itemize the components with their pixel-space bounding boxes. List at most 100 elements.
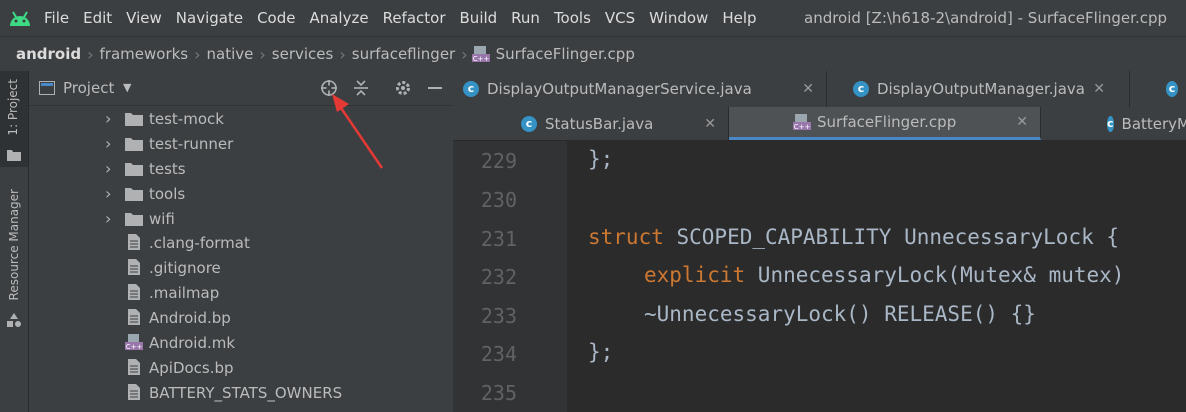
breadcrumb-item-services[interactable]: services: [266, 45, 340, 63]
tab-label: DisplayOutputManager.java: [877, 80, 1085, 98]
project-panel: Project ▼ › test-mock › test-runner › tests › t…: [29, 71, 453, 412]
menu-file[interactable]: File: [44, 9, 69, 27]
project-panel-header: Project ▼: [29, 71, 453, 106]
tab-display-output-manager-service[interactable]: c DisplayOutputManagerService.java ✕: [453, 71, 827, 107]
class-icon: c: [463, 81, 479, 97]
menu-code[interactable]: Code: [257, 9, 295, 27]
line-number: 229: [480, 149, 517, 173]
chevron-down-icon[interactable]: ▼: [123, 71, 131, 105]
annotation-arrow-icon: [332, 94, 384, 169]
close-icon[interactable]: ✕: [1016, 114, 1028, 130]
tree-file-row[interactable]: BATTERY_STATS_OWNERS: [105, 381, 342, 406]
menu-vcs[interactable]: VCS: [605, 9, 635, 27]
keyword: explicit: [644, 263, 746, 287]
folder-icon: [125, 138, 143, 151]
class-icon: c: [1107, 115, 1114, 132]
code-line-234: };: [588, 340, 614, 364]
project-view-icon: [39, 81, 55, 95]
menu-run[interactable]: Run: [511, 9, 540, 27]
tree-file-row[interactable]: .gitignore: [105, 256, 221, 281]
tree-item-label: .clang-format: [149, 234, 250, 252]
breadcrumb-item-native[interactable]: native: [201, 45, 260, 63]
menu-tools[interactable]: Tools: [554, 9, 591, 27]
android-logo-icon: [10, 11, 30, 26]
tree-folder-row[interactable]: › test-mock: [105, 106, 224, 131]
tree-item-label: ApiDocs.bp: [149, 359, 234, 377]
tab-label: SurfaceFlinger.cpp: [817, 113, 957, 131]
menu-navigate[interactable]: Navigate: [176, 9, 243, 27]
menu-build[interactable]: Build: [460, 9, 498, 27]
file-icon: [128, 259, 140, 275]
tab-display-output-manager[interactable]: c DisplayOutputManager.java ✕: [827, 71, 1130, 107]
menu-edit[interactable]: Edit: [83, 9, 112, 27]
svg-text:C++: C++: [794, 123, 811, 131]
project-panel-title[interactable]: Project: [63, 71, 114, 105]
tab-status-bar[interactable]: c StatusBar.java ✕: [453, 107, 729, 140]
breadcrumb-item-android[interactable]: android: [0, 45, 87, 63]
chevron-right-icon[interactable]: ›: [105, 156, 125, 181]
close-icon[interactable]: ✕: [1093, 81, 1105, 97]
code-line-233: ~UnnecessaryLock() RELEASE() {}: [644, 302, 1036, 326]
close-icon[interactable]: ✕: [802, 81, 814, 97]
hide-panel-icon[interactable]: [427, 79, 443, 97]
tree-file-row[interactable]: Android.bp: [105, 306, 231, 331]
tree-folder-row[interactable]: › tools: [105, 181, 185, 206]
folder-icon: [7, 150, 21, 161]
tree-item-label: test-runner: [149, 135, 234, 153]
tree-file-row[interactable]: .mailmap: [105, 281, 219, 306]
project-tool-tab[interactable]: 1: Project: [0, 71, 28, 167]
chevron-right-icon[interactable]: ›: [105, 206, 125, 231]
menu-view[interactable]: View: [126, 9, 162, 27]
editor-area: c DisplayOutputManagerService.java ✕ c D…: [453, 71, 1186, 412]
tree-item-label: test-mock: [149, 110, 224, 128]
menu-refactor[interactable]: Refactor: [383, 9, 446, 27]
chevron-right-icon[interactable]: ›: [105, 131, 125, 156]
gear-icon[interactable]: [394, 79, 412, 97]
tree-item-label: Android.mk: [149, 334, 236, 352]
class-icon: c: [521, 115, 537, 132]
chevron-right-icon[interactable]: ›: [105, 181, 125, 206]
tree-item-label: Android.bp: [149, 309, 231, 327]
breadcrumb-item-file[interactable]: SurfaceFlinger.cpp: [494, 45, 641, 63]
close-icon[interactable]: ✕: [704, 116, 716, 132]
tree-file-row[interactable]: C++ Android.mk: [105, 331, 235, 356]
tree-item-label: tools: [149, 185, 186, 203]
tab-surface-flinger-active[interactable]: C++ SurfaceFlinger.cpp ✕: [729, 107, 1041, 140]
chevron-right-icon[interactable]: ›: [105, 106, 125, 131]
code-text: UnnecessaryLock(Mutex& mutex): [745, 263, 1125, 287]
line-number: 233: [480, 304, 517, 328]
tree-folder-row[interactable]: › tests: [105, 156, 186, 181]
tab-label: DisplayOutputManagerService.java: [487, 80, 752, 98]
tool-window-strip: 1: Project Resource Manager: [0, 71, 29, 412]
resource-manager-tab[interactable]: Resource Manager: [7, 189, 21, 300]
class-icon: c: [1166, 81, 1178, 97]
line-number: 235: [480, 381, 517, 405]
menu-analyze[interactable]: Analyze: [309, 9, 368, 27]
file-icon: [128, 234, 140, 250]
tree-file-row[interactable]: ApiDocs.bp: [105, 356, 234, 381]
folder-icon: [125, 113, 143, 126]
line-number: 231: [480, 227, 517, 251]
tree-folder-row[interactable]: › wifi: [105, 206, 175, 231]
code-line-231: struct SCOPED_CAPABILITY UnnecessaryLock…: [588, 225, 1119, 249]
tab-overflow[interactable]: c: [1130, 71, 1186, 107]
file-icon: [128, 309, 140, 325]
code-text: SCOPED_CAPABILITY UnnecessaryLock {: [663, 225, 1120, 249]
code-area[interactable]: }; struct SCOPED_CAPABILITY UnnecessaryL…: [567, 141, 1186, 412]
file-icon: [128, 284, 140, 300]
tree-item-label: .mailmap: [149, 284, 220, 302]
tab-label: StatusBar.java: [545, 114, 654, 133]
cpp-file-icon: C++: [793, 114, 811, 131]
breadcrumb-item-surfaceflinger[interactable]: surfaceflinger: [346, 45, 461, 63]
file-icon: [128, 359, 140, 375]
folder-icon: [125, 213, 143, 226]
tree-folder-row[interactable]: › test-runner: [105, 131, 233, 156]
tab-battery[interactable]: c BatteryM: [1041, 107, 1186, 140]
menu-window[interactable]: Window: [649, 9, 708, 27]
tree-item-label: .gitignore: [149, 259, 221, 277]
folder-icon: [125, 163, 143, 176]
breadcrumb-item-frameworks[interactable]: frameworks: [94, 45, 195, 63]
menu-help[interactable]: Help: [722, 9, 756, 27]
tree-file-row[interactable]: .clang-format: [105, 231, 250, 256]
menu-bar: File Edit View Navigate Code Analyze Ref…: [0, 0, 1186, 36]
